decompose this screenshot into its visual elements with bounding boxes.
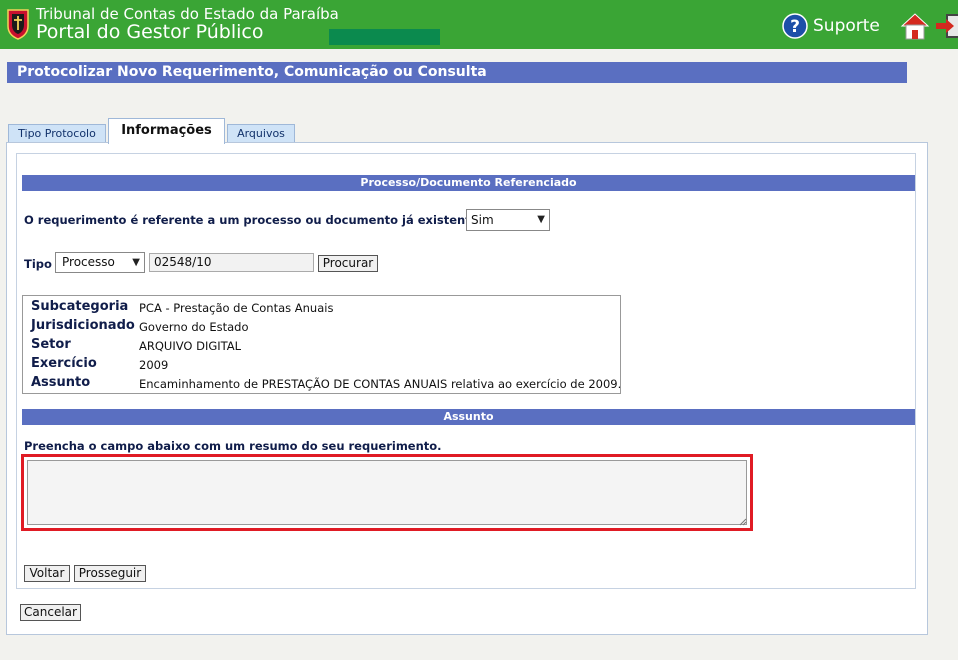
section-header-processo: Processo/Documento Referenciado <box>22 175 915 191</box>
detail-value: 2009 <box>139 358 169 372</box>
svg-text:?: ? <box>790 17 800 37</box>
redacted-user-bar <box>329 29 440 45</box>
assunto-textarea[interactable] <box>27 460 747 525</box>
shield-logo-icon <box>7 9 29 40</box>
org-name: Tribunal de Contas do Estado da Paraíba <box>36 5 339 23</box>
existing-document-select-value: Sim <box>471 213 494 227</box>
section-header-assunto: Assunto <box>22 409 915 425</box>
tipo-select[interactable]: Processo ▼ <box>55 252 145 273</box>
cancel-button[interactable]: Cancelar <box>20 604 81 621</box>
assunto-hint: Preencha o campo abaixo com um resumo do… <box>24 439 442 453</box>
support-link[interactable]: ? Suporte <box>782 12 880 40</box>
document-details-box: Subcategoria PCA - Prestação de Contas A… <box>22 295 621 394</box>
detail-value: ARQUIVO DIGITAL <box>139 339 242 353</box>
help-circle-icon: ? <box>782 13 808 39</box>
search-button[interactable]: Procurar <box>318 255 378 272</box>
detail-key: Subcategoria <box>31 299 129 314</box>
detail-key: Assunto <box>31 375 91 390</box>
home-icon[interactable] <box>899 10 931 42</box>
exit-icon[interactable] <box>934 10 958 42</box>
detail-value: Encaminhamento de PRESTAÇÃO DE CONTAS AN… <box>139 377 622 391</box>
tipo-select-value: Processo <box>62 255 115 269</box>
assunto-highlight-box <box>21 454 753 531</box>
detail-key: Setor <box>31 337 71 352</box>
detail-value: PCA - Prestação de Contas Anuais <box>139 301 334 315</box>
next-button[interactable]: Prosseguir <box>74 565 146 582</box>
page-title: Protocolizar Novo Requerimento, Comunica… <box>17 64 487 80</box>
tipo-label: Tipo <box>24 257 52 271</box>
tab-informacoes[interactable]: Informações <box>108 118 225 144</box>
support-label: Suporte <box>813 16 880 36</box>
page-title-bar: Protocolizar Novo Requerimento, Comunica… <box>7 62 907 83</box>
chevron-down-icon: ▼ <box>132 257 140 268</box>
tab-arquivos[interactable]: Arquivos <box>227 124 295 142</box>
detail-value: Governo do Estado <box>139 320 249 334</box>
app-header: Tribunal de Contas do Estado da Paraíba … <box>0 0 958 49</box>
existing-document-question: O requerimento é referente a um processo… <box>24 213 486 227</box>
detail-key: Jurisdicionado <box>31 318 135 333</box>
tab-tipo-protocolo[interactable]: Tipo Protocolo <box>8 124 106 142</box>
process-number-input[interactable]: 02548/10 <box>149 253 314 272</box>
resize-handle-icon[interactable] <box>739 518 747 526</box>
existing-document-select[interactable]: Sim ▼ <box>466 209 550 231</box>
portal-name: Portal do Gestor Público <box>36 21 264 43</box>
chevron-down-icon: ▼ <box>537 214 545 225</box>
back-button[interactable]: Voltar <box>24 565 70 582</box>
detail-key: Exercício <box>31 356 97 371</box>
